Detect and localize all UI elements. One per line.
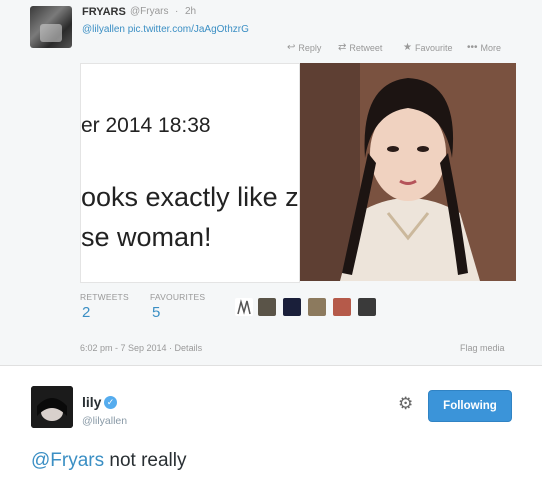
favourites-count[interactable]: 5	[152, 304, 160, 321]
screenshot-image[interactable]: er 2014 18:38 ooks exactly like z se wom…	[80, 63, 300, 283]
reply-icon: ↩	[287, 42, 296, 53]
favourite-action[interactable]: ★ Favourite	[403, 42, 453, 53]
separator-dot: ·	[175, 6, 179, 17]
reply-author-name[interactable]: lily	[82, 394, 101, 410]
pic-link[interactable]: pic.twitter.com/JaAgOthzrG	[128, 24, 249, 35]
tweet-timestamp[interactable]: 6:02 pm - 7 Sep 2014 · Details	[80, 343, 202, 353]
more-label: More	[480, 42, 502, 53]
lily-avatar-image	[31, 386, 73, 428]
reply-label: Reply	[298, 42, 322, 53]
favoriter-1-icon	[237, 299, 251, 315]
retweet-action[interactable]: ⇄ Retweet	[338, 42, 382, 53]
portrait-illustration	[300, 63, 516, 281]
retweet-icon: ⇄	[338, 42, 347, 53]
reply-body: not really	[104, 450, 187, 471]
mention-link[interactable]: @lilyallen	[82, 24, 125, 35]
favoriter-avatar-2[interactable]	[258, 298, 276, 316]
fryars-avatar[interactable]	[30, 6, 72, 48]
screenshot-line-3: se woman!	[81, 222, 212, 252]
gear-icon[interactable]: ⚙	[398, 394, 413, 414]
lily-avatar[interactable]	[31, 386, 73, 428]
retweets-count[interactable]: 2	[82, 304, 90, 321]
retweets-label: RETWEETS	[80, 292, 129, 302]
star-icon: ★	[403, 42, 412, 53]
favoriter-avatar-5[interactable]	[333, 298, 351, 316]
following-button[interactable]: Following	[428, 390, 512, 422]
favourites-label: FAVOURITES	[150, 292, 206, 302]
screenshot-line-2: ooks exactly like z	[81, 182, 299, 212]
reply-author-handle[interactable]: @lilyallen	[82, 415, 127, 427]
reply-action[interactable]: ↩ Reply	[287, 42, 321, 53]
favoriter-avatar-4[interactable]	[308, 298, 326, 316]
tweet-author-handle[interactable]: @Fryars	[130, 6, 168, 17]
screenshot-line-1: er 2014 18:38	[81, 114, 211, 137]
favoriter-avatar-3[interactable]	[283, 298, 301, 316]
tweet-age[interactable]: 2h	[185, 6, 196, 17]
favoriter-avatar-6[interactable]	[358, 298, 376, 316]
verified-badge-icon: ✓	[104, 396, 117, 409]
favoriter-avatar-1[interactable]	[235, 298, 253, 316]
retweet-label: Retweet	[349, 42, 383, 53]
favourite-label: Favourite	[414, 42, 453, 53]
reply-text: @Fryars not really	[31, 450, 187, 472]
tweet-author-name[interactable]: FRYARS	[82, 6, 126, 18]
tweet-text: @lilyallen pic.twitter.com/JaAgOthzrG	[82, 24, 249, 35]
more-action[interactable]: ••• More	[467, 42, 501, 53]
flag-media-link[interactable]: Flag media	[460, 343, 505, 353]
portrait-photo[interactable]	[300, 63, 516, 281]
reply-mention[interactable]: @Fryars	[31, 450, 104, 471]
more-icon: •••	[467, 42, 478, 53]
